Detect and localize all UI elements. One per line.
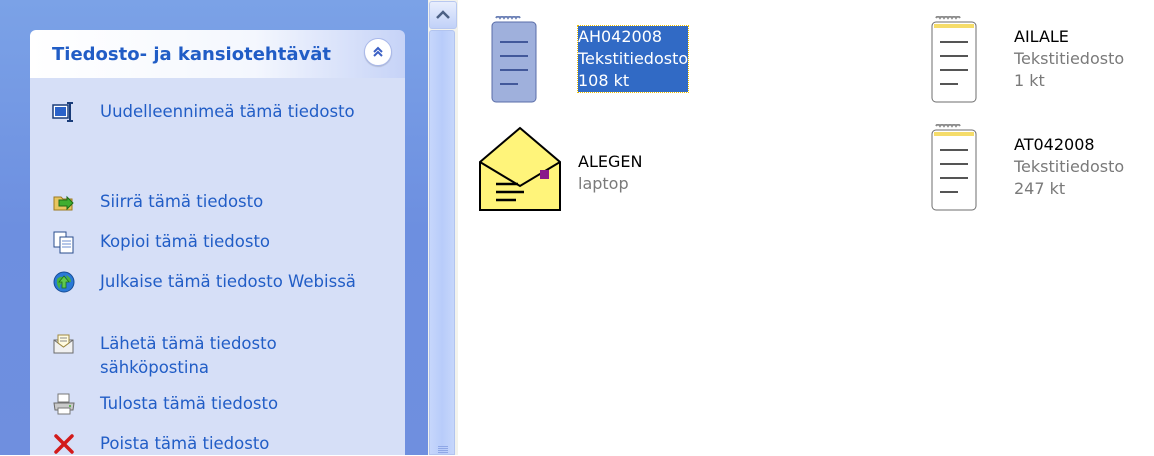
file-label: AILALE Tekstitiedosto 1 kt bbox=[1014, 26, 1124, 92]
envelope-file-icon bbox=[479, 126, 561, 211]
file-label: AT042008 Tekstitiedosto 247 kt bbox=[1014, 134, 1124, 200]
notepad-text-file-icon bbox=[931, 124, 977, 211]
file-name: AH042008 bbox=[578, 27, 663, 46]
file-size: 108 kt bbox=[578, 71, 630, 90]
notepad-text-file-icon bbox=[931, 16, 977, 103]
scroll-up-button[interactable] bbox=[429, 1, 457, 29]
task-copy-label: Kopioi tämä tiedosto bbox=[100, 232, 271, 251]
task-pane: Tiedosto- ja kansiotehtävät Uudelleennim bbox=[0, 0, 428, 455]
file-size: 1 kt bbox=[1014, 71, 1045, 90]
file-tasks-panel: Tiedosto- ja kansiotehtävät Uudelleennim bbox=[30, 30, 405, 455]
publish-web-icon bbox=[53, 271, 75, 293]
rename-icon bbox=[52, 102, 73, 122]
notepad-text-file-icon bbox=[491, 16, 537, 103]
task-email-label: Lähetä tämä tiedosto sähköpostina bbox=[100, 334, 277, 377]
print-icon bbox=[53, 393, 75, 415]
email-icon bbox=[53, 334, 74, 354]
task-delete-label: Poista tämä tiedosto bbox=[100, 434, 270, 453]
file-type: Tekstitiedosto bbox=[578, 49, 689, 68]
file-label: ALEGEN laptop bbox=[578, 151, 642, 195]
task-publish-web-label: Julkaise tämä tiedosto Webissä bbox=[100, 272, 356, 291]
scroll-grip bbox=[438, 446, 448, 447]
task-print-label: Tulosta tämä tiedosto bbox=[100, 394, 279, 413]
copy-icon bbox=[53, 231, 74, 254]
task-move-label: Siirrä tämä tiedosto bbox=[100, 192, 264, 211]
chevron-up-double-icon bbox=[373, 46, 383, 57]
move-icon bbox=[53, 195, 74, 211]
file-tasks-title: Tiedosto- ja kansiotehtävät bbox=[52, 44, 331, 65]
vertical-scrollbar[interactable] bbox=[428, 0, 458, 455]
file-type: Tekstitiedosto bbox=[1014, 157, 1125, 176]
file-type: laptop bbox=[578, 174, 629, 193]
file-tasks-header[interactable]: Tiedosto- ja kansiotehtävät bbox=[30, 30, 405, 78]
file-name: AT042008 bbox=[1014, 135, 1095, 154]
collapse-button[interactable] bbox=[364, 38, 392, 66]
file-type: Tekstitiedosto bbox=[1014, 49, 1125, 68]
file-name: ALEGEN bbox=[578, 152, 643, 171]
arrow-up-icon bbox=[436, 10, 450, 19]
task-rename-label: Uudelleennimeä tämä tiedosto bbox=[100, 102, 355, 121]
file-size: 247 kt bbox=[1014, 179, 1066, 198]
file-tasks-body: Uudelleennimeä tämä tiedosto Siirrä tämä… bbox=[30, 78, 405, 455]
file-name: AILALE bbox=[1014, 27, 1069, 46]
scroll-thumb[interactable] bbox=[429, 30, 455, 455]
delete-icon bbox=[54, 434, 74, 454]
file-label: AH042008 Tekstitiedosto 108 kt bbox=[576, 25, 690, 93]
